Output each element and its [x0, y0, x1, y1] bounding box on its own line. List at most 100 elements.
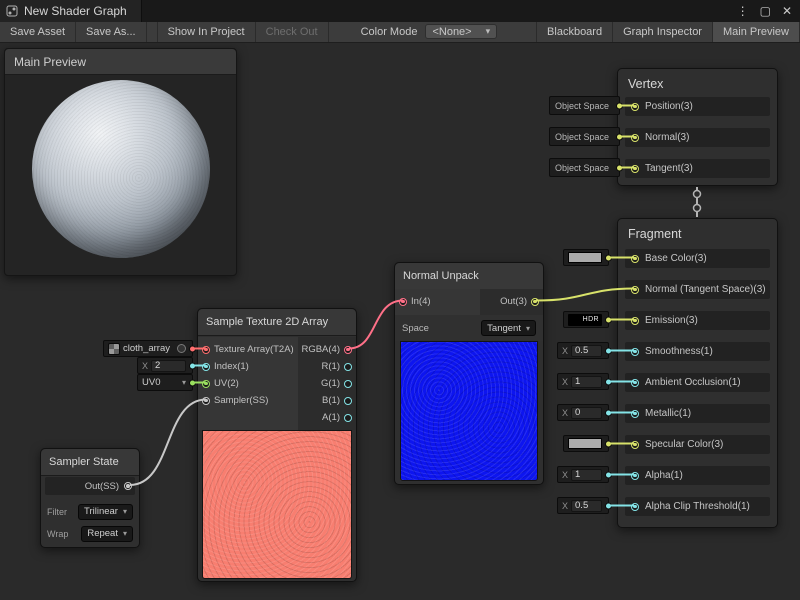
out-dot: [605, 378, 612, 385]
port-label: R(1): [322, 361, 340, 372]
uv-port[interactable]: [202, 380, 210, 388]
save-as-button[interactable]: Save As...: [76, 22, 147, 42]
fragment-row-base-color[interactable]: Base Color(3): [625, 249, 770, 268]
value-input[interactable]: 1: [571, 376, 602, 388]
object-picker-icon[interactable]: [177, 344, 186, 353]
tangent-port[interactable]: [631, 165, 639, 173]
object-space-node[interactable]: Object Space: [549, 96, 620, 115]
fragment-row-normal[interactable]: Normal (Tangent Space)(3): [625, 280, 770, 299]
color-swatch[interactable]: [568, 252, 602, 263]
cloth-array-field[interactable]: cloth_array: [103, 340, 193, 357]
input-sampler[interactable]: Sampler(SS): [202, 392, 297, 409]
g-port[interactable]: [344, 380, 352, 388]
tab-new-shader-graph[interactable]: New Shader Graph: [0, 0, 142, 22]
show-in-project-button[interactable]: Show In Project: [157, 22, 256, 42]
output-rgba[interactable]: RGBA(4): [300, 341, 352, 358]
normal-tangent-space-port[interactable]: [631, 286, 639, 294]
output-r[interactable]: R(1): [300, 358, 352, 375]
fragment-row-smoothness[interactable]: Smoothness(1): [625, 342, 770, 361]
value-input[interactable]: 0.5: [571, 345, 602, 357]
vertex-row-position[interactable]: Position(3): [625, 97, 770, 116]
alpha-clip-threshold-port[interactable]: [631, 503, 639, 511]
hdr-color-swatch[interactable]: HDR: [568, 314, 602, 326]
input-uv[interactable]: UV(2): [202, 375, 297, 392]
alpha-field[interactable]: X 1: [557, 466, 609, 483]
b-port[interactable]: [344, 397, 352, 405]
output-a[interactable]: A(1): [300, 409, 352, 426]
sampler-port[interactable]: [202, 397, 210, 405]
index-port[interactable]: [202, 363, 210, 371]
uv-channel-dropdown[interactable]: UV0 ▾: [137, 374, 193, 391]
a-port[interactable]: [344, 414, 352, 422]
specular-color-field[interactable]: [563, 435, 609, 452]
ambient-occlusion-field[interactable]: X 1: [557, 373, 609, 390]
color-mode-dropdown[interactable]: <None> ▾: [425, 24, 497, 39]
maximize-icon[interactable]: ▢: [760, 0, 771, 22]
emission-port[interactable]: [631, 317, 639, 325]
sampler-state-node[interactable]: Sampler State Out(SS) Filter Trilinear ▾…: [40, 448, 140, 548]
fragment-row-specular-color[interactable]: Specular Color(3): [625, 435, 770, 454]
value-input[interactable]: 1: [571, 469, 602, 481]
metallic-field[interactable]: X 0: [557, 404, 609, 421]
alpha-port[interactable]: [631, 472, 639, 480]
index-field[interactable]: X 2: [137, 357, 193, 374]
value-input[interactable]: 2: [151, 360, 186, 372]
space-dropdown[interactable]: Tangent ▾: [481, 320, 536, 336]
more-icon[interactable]: ⋮: [737, 0, 749, 22]
normal-unpack-node[interactable]: Normal Unpack In(4) Out(3) Space Tangent…: [394, 262, 544, 485]
main-preview-header[interactable]: Main Preview: [5, 49, 236, 75]
alpha-clip-threshold-field[interactable]: X 0.5: [557, 497, 609, 514]
fragment-row-alpha[interactable]: Alpha(1): [625, 466, 770, 485]
main-preview-toggle[interactable]: Main Preview: [713, 22, 800, 42]
out-port[interactable]: [531, 298, 539, 306]
smoothness-port[interactable]: [631, 348, 639, 356]
vertex-node[interactable]: Vertex Position(3) Normal(3) Tangent(3): [617, 68, 778, 186]
close-icon[interactable]: ✕: [782, 0, 792, 22]
wrap-row: Wrap Repeat ▾: [47, 525, 133, 542]
in-port[interactable]: [399, 298, 407, 306]
object-space-node[interactable]: Object Space: [549, 158, 620, 177]
value-input[interactable]: 0.5: [571, 500, 602, 512]
blackboard-toggle[interactable]: Blackboard: [536, 22, 613, 42]
fragment-row-metallic[interactable]: Metallic(1): [625, 404, 770, 423]
object-space-node[interactable]: Object Space: [549, 127, 620, 146]
object-space-label: Object Space: [555, 101, 609, 111]
fragment-row-alpha-clip-threshold[interactable]: Alpha Clip Threshold(1): [625, 497, 770, 516]
smoothness-field[interactable]: X 0.5: [557, 342, 609, 359]
sample-node-title: Sample Texture 2D Array: [198, 309, 356, 336]
color-swatch[interactable]: [568, 438, 602, 449]
base-color-port[interactable]: [631, 255, 639, 263]
out-dot: [189, 362, 196, 369]
output-g[interactable]: G(1): [300, 375, 352, 392]
normal-port[interactable]: [631, 134, 639, 142]
sample-texture-2d-array-node[interactable]: Sample Texture 2D Array Texture Array(T2…: [197, 308, 357, 582]
output-b[interactable]: B(1): [300, 392, 352, 409]
input-in[interactable]: In(4): [399, 293, 477, 310]
ambient-occlusion-port[interactable]: [631, 379, 639, 387]
rgba-port[interactable]: [344, 346, 352, 354]
position-port[interactable]: [631, 103, 639, 111]
filter-dropdown[interactable]: Trilinear ▾: [78, 504, 133, 520]
graph-inspector-toggle[interactable]: Graph Inspector: [613, 22, 713, 42]
input-texture-array[interactable]: Texture Array(T2A): [202, 341, 297, 358]
save-asset-button[interactable]: Save Asset: [0, 22, 76, 42]
window-controls: ⋮ ▢ ✕: [737, 0, 800, 22]
emission-field[interactable]: HDR: [563, 311, 609, 328]
output-out-ss[interactable]: Out(SS): [45, 477, 135, 495]
fragment-row-ambient-occlusion[interactable]: Ambient Occlusion(1): [625, 373, 770, 392]
metallic-port[interactable]: [631, 410, 639, 418]
vertex-row-tangent[interactable]: Tangent(3): [625, 159, 770, 178]
fragment-node[interactable]: Fragment Base Color(3) Normal (Tangent S…: [617, 218, 778, 528]
value-input[interactable]: 0: [571, 407, 602, 419]
output-out[interactable]: Out(3): [481, 293, 539, 310]
specular-color-port[interactable]: [631, 441, 639, 449]
base-color-field[interactable]: [563, 249, 609, 266]
wrap-value: Repeat: [87, 528, 118, 539]
vertex-row-normal[interactable]: Normal(3): [625, 128, 770, 147]
input-index[interactable]: Index(1): [202, 358, 297, 375]
r-port[interactable]: [344, 363, 352, 371]
wrap-dropdown[interactable]: Repeat ▾: [81, 526, 133, 542]
out-ss-port[interactable]: [124, 482, 132, 490]
texture-array-port[interactable]: [202, 346, 210, 354]
fragment-row-emission[interactable]: Emission(3): [625, 311, 770, 330]
